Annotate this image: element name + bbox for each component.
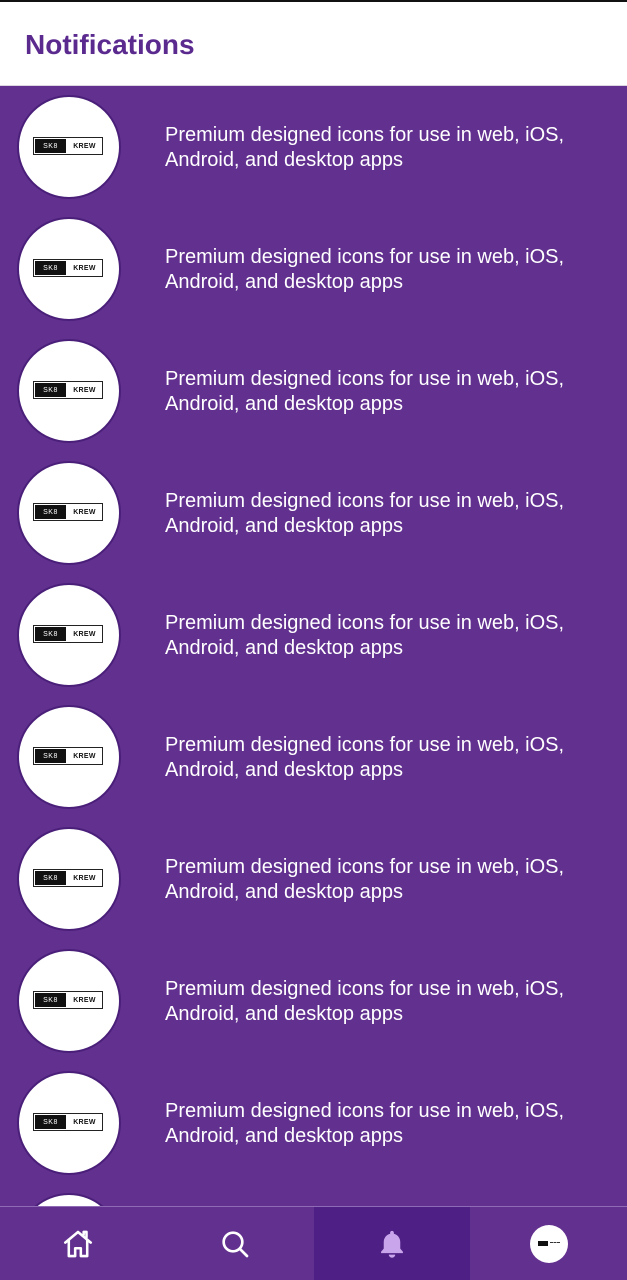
- sk8-krew-logo: SK8 KREW: [33, 1113, 103, 1131]
- notification-message: Premium designed icons for use in web, i…: [165, 490, 565, 537]
- notification-message: Premium designed icons for use in web, i…: [165, 1100, 565, 1147]
- notification-message: Premium designed icons for use in web, i…: [165, 246, 565, 293]
- notification-item[interactable]: SK8 KREW Premium designed icons for use …: [0, 208, 627, 330]
- sk8-krew-logo: SK8 KREW: [33, 747, 103, 765]
- notification-item[interactable]: SK8 KREW Premium designed icons for use …: [0, 940, 627, 1062]
- sk8-krew-logo: SK8 KREW: [33, 381, 103, 399]
- nav-notifications[interactable]: [313, 1207, 471, 1280]
- sk8-krew-logo: SK8 KREW: [33, 137, 103, 155]
- sk8-krew-logo: SK8 KREW: [33, 869, 103, 887]
- search-icon: [222, 1230, 249, 1257]
- notification-avatar: [17, 1193, 121, 1206]
- notification-item[interactable]: SK8 KREW Premium designed icons for use …: [0, 330, 627, 452]
- profile-avatar: [529, 1224, 568, 1263]
- nav-search[interactable]: [157, 1207, 314, 1280]
- notification-avatar: SK8 KREW: [17, 1071, 121, 1175]
- notification-message: Premium designed icons for use in web, i…: [165, 978, 565, 1025]
- notification-message: Premium designed icons for use in web, i…: [165, 124, 565, 171]
- notification-item[interactable]: SK8 KREW Premium designed icons for use …: [0, 1062, 627, 1184]
- app-header: Notifications: [0, 2, 627, 86]
- notification-avatar: SK8 KREW: [17, 949, 121, 1053]
- nav-profile[interactable]: [470, 1207, 627, 1280]
- bell-icon: [380, 1230, 403, 1258]
- notification-item[interactable]: SK8 KREW Premium designed icons for use …: [0, 696, 627, 818]
- home-icon: [64, 1230, 93, 1257]
- sk8-krew-logo: SK8 KREW: [33, 991, 103, 1009]
- notification-message: Premium designed icons for use in web, i…: [165, 734, 565, 781]
- notification-item[interactable]: SK8 KREW Premium designed icons for use …: [0, 818, 627, 940]
- sk8-krew-logo: [537, 1241, 560, 1247]
- nav-home[interactable]: [0, 1207, 157, 1280]
- notification-avatar: SK8 KREW: [17, 583, 121, 687]
- notification-avatar: SK8 KREW: [17, 827, 121, 931]
- sk8-krew-logo: SK8 KREW: [33, 625, 103, 643]
- notification-message: Premium designed icons for use in web, i…: [165, 612, 565, 659]
- notification-item[interactable]: SK8 KREW Premium designed icons for use …: [0, 574, 627, 696]
- notification-list[interactable]: SK8 KREW Premium designed icons for use …: [0, 86, 627, 1206]
- bottom-nav: [0, 1206, 627, 1280]
- notification-avatar: SK8 KREW: [17, 339, 121, 443]
- notification-item[interactable]: SK8 KREW Premium designed icons for use …: [0, 452, 627, 574]
- notification-avatar: SK8 KREW: [17, 95, 121, 199]
- notification-item-partial[interactable]: [0, 1184, 627, 1206]
- sk8-krew-logo: SK8 KREW: [33, 259, 103, 277]
- notification-item[interactable]: SK8 KREW Premium designed icons for use …: [0, 86, 627, 208]
- notification-message: Premium designed icons for use in web, i…: [165, 856, 565, 903]
- page-title: Notifications: [25, 29, 195, 60]
- notification-avatar: SK8 KREW: [17, 217, 121, 321]
- notification-avatar: SK8 KREW: [17, 461, 121, 565]
- notification-message: Premium designed icons for use in web, i…: [165, 368, 565, 415]
- notification-avatar: SK8 KREW: [17, 705, 121, 809]
- sk8-krew-logo: SK8 KREW: [33, 503, 103, 521]
